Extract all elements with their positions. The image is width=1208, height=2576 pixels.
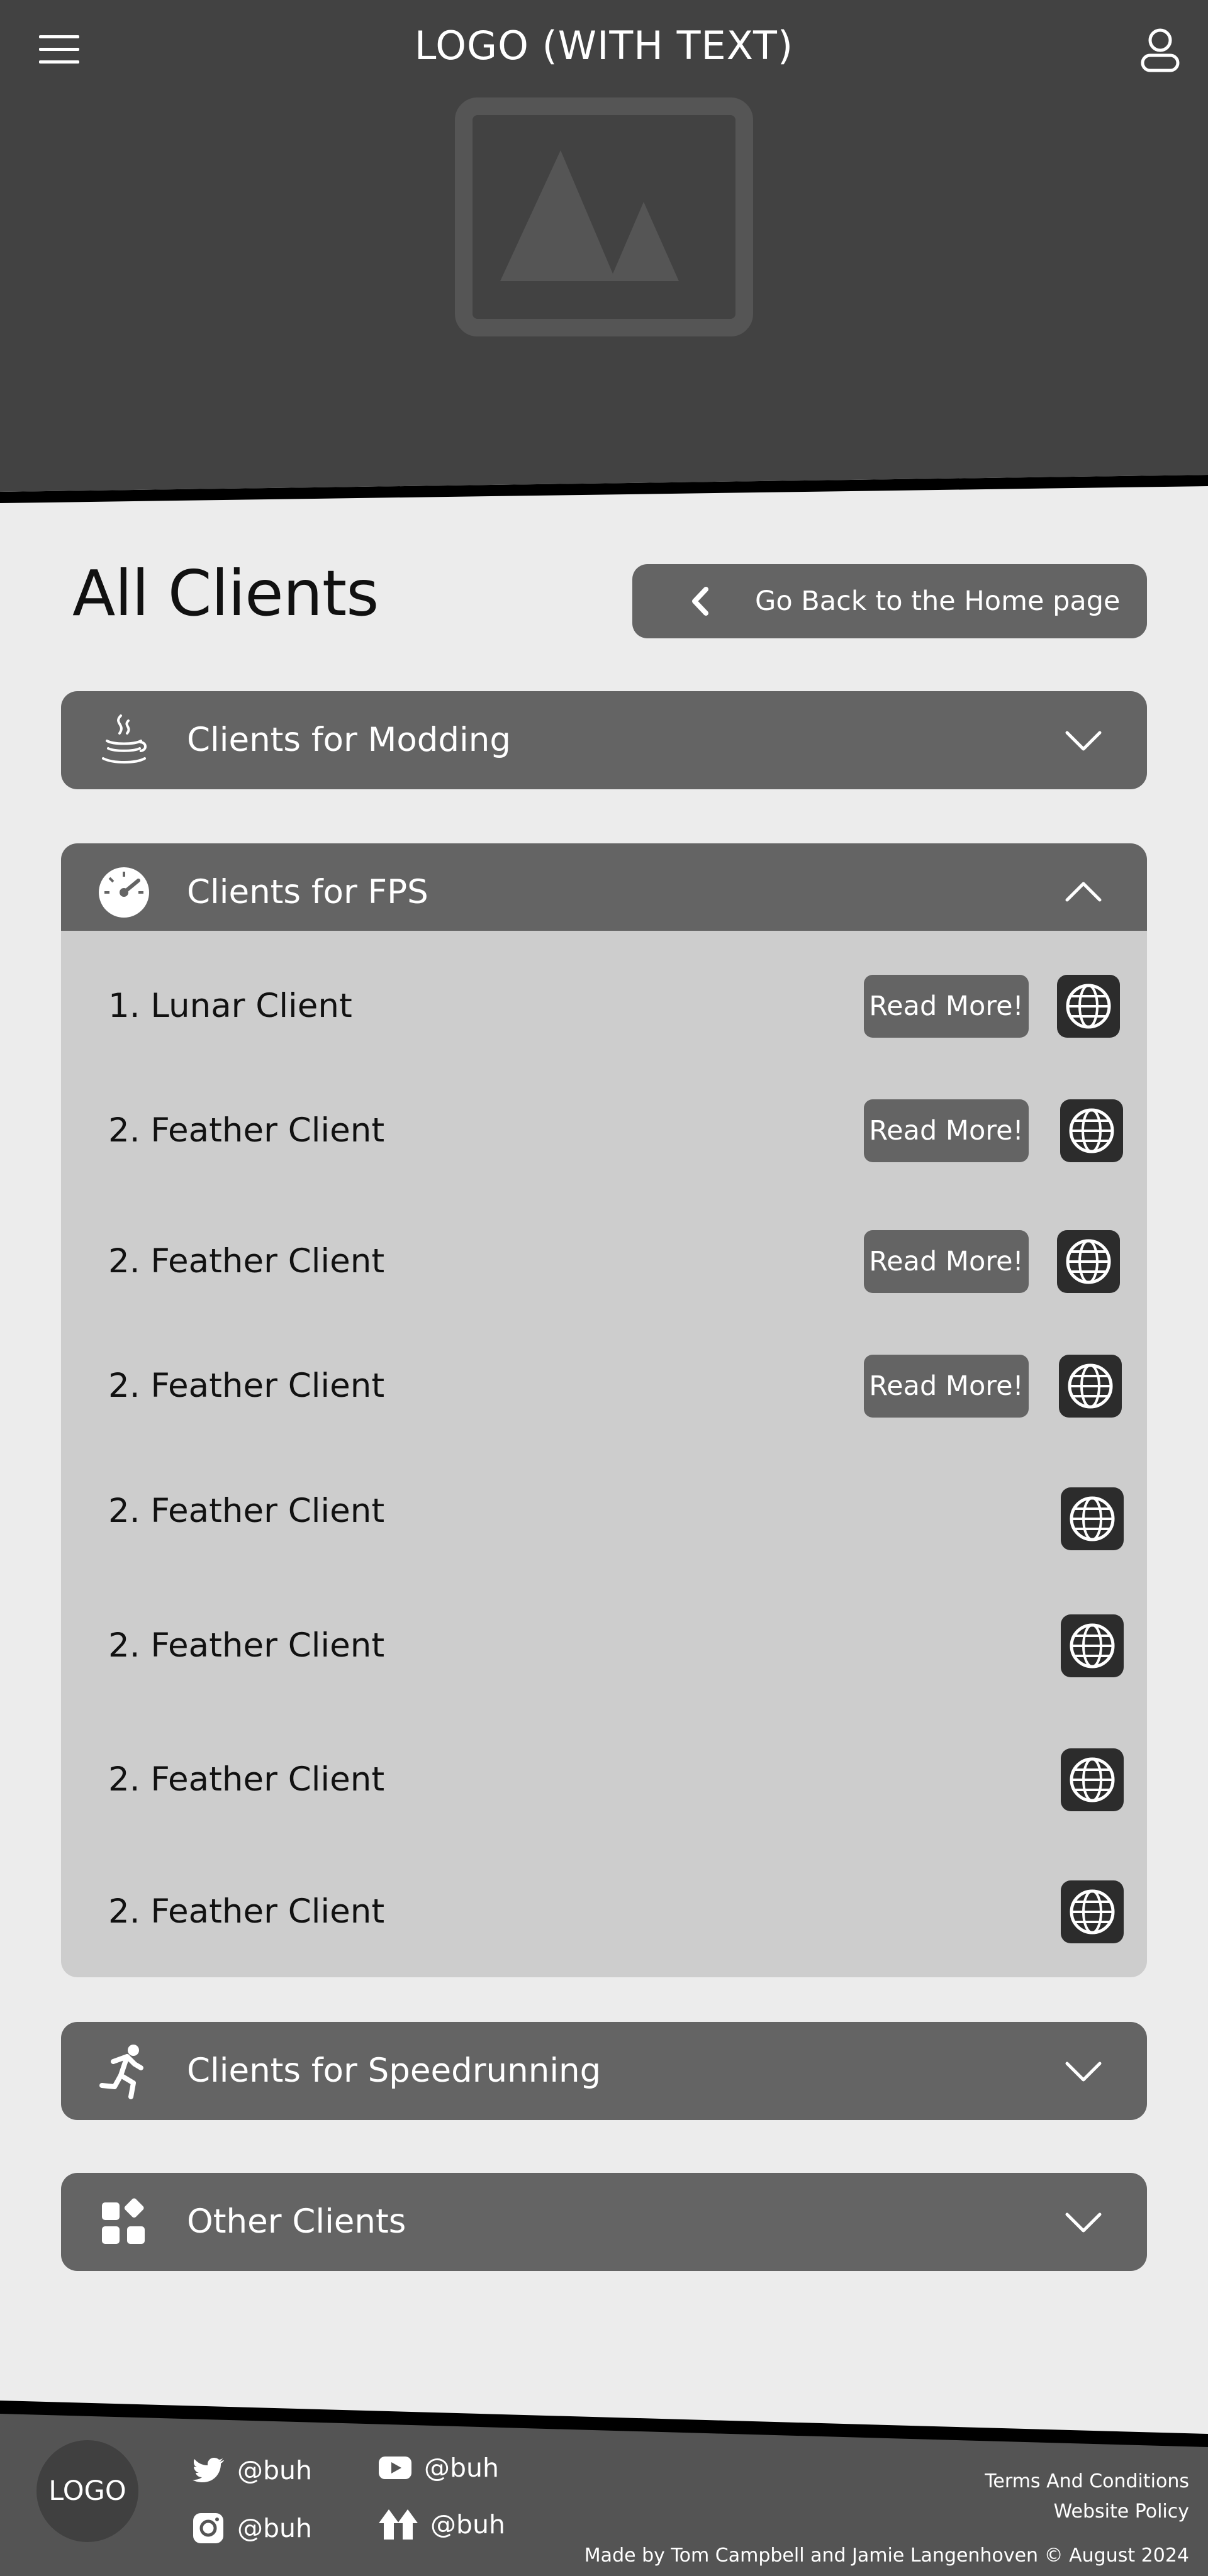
footer-logo[interactable]: LOGO [36, 2440, 138, 2542]
list-item: 1. Lunar Client Read More! [61, 969, 1147, 1044]
running-person-icon [99, 2045, 143, 2099]
accordion-label: Clients for Modding [187, 721, 512, 759]
client-name: 2. Feather Client [108, 1111, 385, 1150]
terms-link[interactable]: Terms And Conditions [985, 2470, 1189, 2492]
image-placeholder-icon [455, 97, 753, 336]
client-name: 2. Feather Client [108, 1626, 385, 1665]
linktree-link[interactable]: @buh [378, 2507, 505, 2542]
chevron-left-icon [692, 587, 708, 616]
client-name: 2. Feather Client [108, 1760, 385, 1799]
twitter-handle: @buh [237, 2455, 312, 2485]
client-name: 2. Feather Client [108, 1242, 385, 1280]
youtube-link[interactable]: @buh [378, 2450, 499, 2485]
list-item: 2. Feather Client [61, 1608, 1147, 1684]
page-title: All Clients [72, 557, 379, 630]
globe-icon [1070, 1623, 1115, 1668]
list-item: 2. Feather Client Read More! [61, 1348, 1147, 1424]
accordion-label: Other Clients [187, 2202, 406, 2241]
client-name: 2. Feather Client [108, 1492, 385, 1530]
instagram-handle: @buh [237, 2513, 312, 2543]
globe-icon [1069, 1108, 1114, 1153]
chevron-down-icon [1065, 2062, 1102, 2082]
accordion-clients-modding[interactable]: Clients for Modding [61, 691, 1147, 789]
website-button[interactable] [1061, 1487, 1124, 1550]
java-coffee-icon [102, 714, 147, 763]
read-more-button[interactable]: Read More! [864, 1355, 1029, 1418]
read-more-button[interactable]: Read More! [864, 975, 1029, 1038]
client-name: 2. Feather Client [108, 1892, 385, 1931]
list-item: 2. Feather Client Read More! [61, 1224, 1147, 1299]
widgets-icon [102, 2198, 145, 2244]
instagram-link[interactable]: @buh [191, 2511, 312, 2546]
accordion-clients-speedrunning[interactable]: Clients for Speedrunning [61, 2022, 1147, 2120]
back-to-home-button[interactable]: Go Back to the Home page [632, 564, 1147, 638]
accordion-clients-fps[interactable]: Clients for FPS [61, 843, 1147, 941]
client-name: 2. Feather Client [108, 1367, 385, 1405]
credit-text: Made by Tom Campbell and Jamie Langenhov… [584, 2545, 1189, 2567]
policy-link[interactable]: Website Policy [1054, 2501, 1189, 2523]
list-item: 2. Feather Client [61, 1742, 1147, 1818]
user-account-icon[interactable] [1140, 28, 1180, 73]
client-name: 1. Lunar Client [108, 987, 352, 1025]
globe-icon [1066, 984, 1111, 1029]
read-more-button[interactable]: Read More! [864, 1230, 1029, 1293]
chevron-up-icon [1065, 882, 1102, 902]
website-button[interactable] [1059, 1355, 1122, 1418]
website-button[interactable] [1057, 1230, 1120, 1293]
globe-icon [1070, 1757, 1115, 1802]
accordion-label: Clients for Speedrunning [187, 2051, 601, 2090]
list-item: 2. Feather Client Read More! [61, 1093, 1147, 1169]
globe-icon [1068, 1363, 1113, 1409]
site-header: LOGO (WITH TEXT) [0, 0, 1208, 492]
chevron-down-icon [1065, 731, 1102, 751]
globe-icon [1066, 1239, 1111, 1284]
twitter-icon [193, 2458, 224, 2482]
back-button-label: Go Back to the Home page [755, 586, 1121, 617]
website-button[interactable] [1057, 975, 1120, 1038]
website-button[interactable] [1061, 1748, 1124, 1811]
list-item: 2. Feather Client [61, 1874, 1147, 1950]
website-button[interactable] [1060, 1099, 1123, 1162]
linktree-handle: @buh [430, 2509, 505, 2540]
globe-icon [1070, 1496, 1115, 1541]
twitter-link[interactable]: @buh [191, 2453, 312, 2488]
youtube-handle: @buh [424, 2453, 499, 2483]
accordion-label: Clients for FPS [187, 873, 428, 911]
speedometer-icon [99, 867, 149, 918]
linktree-icon [379, 2509, 418, 2540]
website-button[interactable] [1061, 1880, 1124, 1943]
globe-icon [1070, 1889, 1115, 1935]
read-more-button[interactable]: Read More! [864, 1099, 1029, 1162]
chevron-down-icon [1065, 2212, 1102, 2233]
accordion-other-clients[interactable]: Other Clients [61, 2173, 1147, 2271]
instagram-icon [193, 2513, 223, 2543]
fps-clients-panel: 1. Lunar Client Read More! 2. Feather Cl… [61, 931, 1147, 1977]
list-item: 2. Feather Client [61, 1474, 1147, 1550]
youtube-icon [379, 2457, 411, 2479]
header-logo[interactable]: LOGO (WITH TEXT) [0, 23, 1208, 69]
website-button[interactable] [1061, 1614, 1124, 1677]
